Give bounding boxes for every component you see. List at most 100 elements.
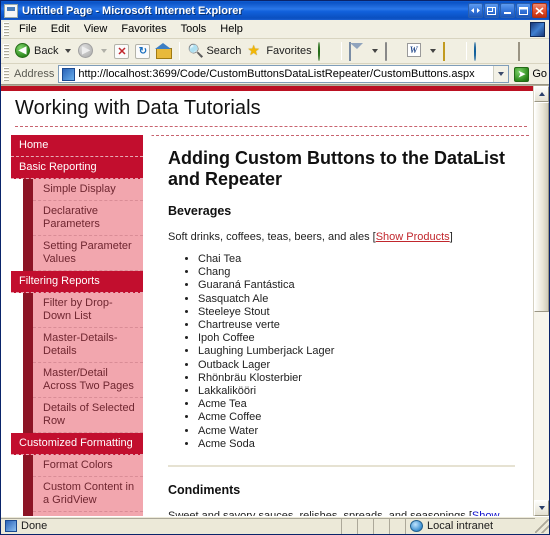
menu-bar: File Edit View Favorites Tools Help [1, 20, 549, 39]
menu-file[interactable]: File [12, 21, 44, 37]
search-button[interactable]: 🔍 Search [184, 40, 244, 62]
print-button[interactable] [382, 40, 404, 62]
forward-dropdown-icon[interactable] [101, 49, 107, 53]
toolbar-separator [179, 42, 180, 60]
browser-window: Untitled Page - Microsoft Internet Explo… [0, 0, 550, 535]
toolbar-separator-3 [466, 42, 467, 60]
menu-help[interactable]: Help [213, 21, 250, 37]
sidebar-item-format-colors[interactable]: Format Colors [33, 455, 143, 477]
category-description-condiments: Sweet and savory sauces, relishes, sprea… [168, 509, 515, 516]
tool-bar: ◀ Back ▶ ✕ ↻ 🔍 Search ★ Favorites [1, 39, 549, 64]
edit-with-word-icon: W [407, 43, 423, 59]
section-divider [168, 465, 515, 467]
address-url-text: http://localhost:3699/Code/CustomButtons… [78, 68, 493, 80]
grid-icon [540, 43, 550, 59]
show-products-link-beverages[interactable]: Show Products [376, 231, 450, 243]
sidebar-item-master-detail-across-two-pages[interactable]: Master/Detail Across Two Pages [33, 363, 143, 398]
history-icon [318, 43, 334, 59]
refresh-button[interactable]: ↻ [132, 40, 153, 62]
category-title-beverages: Beverages [168, 204, 515, 218]
menu-edit[interactable]: Edit [44, 21, 77, 37]
research-icon [518, 43, 534, 59]
scrollbar-track[interactable] [534, 102, 549, 500]
go-label: Go [532, 68, 547, 80]
sidebar-item-master-details-details[interactable]: Master-Details-Details [33, 328, 143, 363]
status-bar: Done Local intranet [1, 516, 549, 534]
security-zone-pane[interactable]: Local intranet [405, 518, 535, 534]
scroll-up-button[interactable] [534, 86, 549, 102]
list-item: Acme Tea [198, 398, 515, 411]
zone-text: Local intranet [427, 520, 493, 532]
list-item: Steeleye Stout [198, 306, 515, 319]
sidebar-item-details-of-selected-row[interactable]: Details of Selected Row [33, 398, 143, 433]
scroll-down-button[interactable] [534, 500, 549, 516]
edit-word-button[interactable]: W [404, 40, 426, 62]
sidebar-item-customized-formatting[interactable]: Customized Formatting [11, 433, 143, 455]
chevron-down-icon [539, 506, 545, 510]
resize-grip[interactable] [535, 519, 549, 533]
minimize-button[interactable] [500, 3, 515, 18]
list-item: Acme Soda [198, 438, 515, 451]
app-icon [4, 4, 18, 18]
history-button[interactable] [315, 40, 337, 62]
sidebar-item-basic-reporting[interactable]: Basic Reporting [11, 157, 143, 179]
favorites-label: Favorites [266, 45, 311, 57]
category-description-text: Sweet and savory sauces, relishes, sprea… [168, 510, 466, 516]
split-button[interactable] [484, 3, 499, 18]
maximize-button[interactable] [516, 3, 531, 18]
list-item: Rhönbräu Klosterbier [198, 372, 515, 385]
menu-tools[interactable]: Tools [174, 21, 214, 37]
close-button[interactable] [532, 3, 547, 18]
ie-logo-icon [530, 22, 545, 37]
back-dropdown-icon[interactable] [65, 49, 71, 53]
status-pane-4 [389, 518, 405, 534]
back-arrow-icon: ◀ [15, 43, 31, 59]
menu-grip[interactable] [3, 22, 9, 36]
status-text: Done [21, 520, 47, 532]
home-button[interactable] [153, 40, 175, 62]
window-controls [468, 3, 547, 18]
web-page: Working with Data Tutorials Home Basic R… [1, 86, 533, 516]
grid-button[interactable] [537, 40, 550, 62]
list-item: Ipoh Coffee [198, 332, 515, 345]
back-button[interactable]: ◀ Back [12, 40, 61, 62]
real-button[interactable] [493, 40, 515, 62]
sidebar-item-simple-display[interactable]: Simple Display [33, 179, 143, 201]
address-label: Address [14, 68, 54, 80]
address-input[interactable]: http://localhost:3699/Code/CustomButtons… [58, 65, 509, 83]
zone-icon [410, 520, 423, 532]
sidebar-item-declarative-parameters[interactable]: Declarative Parameters [33, 201, 143, 236]
notes-button[interactable] [440, 40, 462, 62]
sidebar-item-custom-content-detailsview[interactable]: Custom Content in a DetailsView [33, 512, 143, 516]
msn-icon [474, 43, 490, 59]
page-favicon-icon [62, 68, 75, 81]
sidebar-item-custom-content-gridview[interactable]: Custom Content in a GridView [33, 477, 143, 512]
edit-dropdown-icon[interactable] [430, 49, 436, 53]
sidebar-item-setting-parameter-values[interactable]: Setting Parameter Values [33, 236, 143, 271]
mail-dropdown-icon[interactable] [372, 49, 378, 53]
stop-button[interactable]: ✕ [111, 40, 132, 62]
product-list-beverages: Chai Tea Chang Guaraná Fantástica Sasqua… [168, 253, 515, 451]
address-grip[interactable] [3, 67, 9, 81]
address-dropdown-button[interactable] [493, 66, 508, 82]
mail-button[interactable] [346, 40, 368, 62]
msn-button[interactable] [471, 40, 493, 62]
sidebar-nav: Home Basic Reporting Simple Display Decl… [1, 135, 151, 516]
vertical-scrollbar[interactable] [533, 86, 549, 516]
sidebar-item-filtering-reports[interactable]: Filtering Reports [11, 271, 143, 293]
go-button[interactable]: ➤ Go [514, 67, 547, 82]
research-button[interactable] [515, 40, 537, 62]
restore-group-button[interactable] [468, 3, 483, 18]
chevron-up-icon [539, 92, 545, 96]
sidebar-item-filter-by-drop-down-list[interactable]: Filter by Drop-Down List [33, 293, 143, 328]
list-item: Chang [198, 266, 515, 279]
main-content: Adding Custom Buttons to the DataList an… [151, 135, 529, 516]
sidebar-item-home[interactable]: Home [11, 135, 143, 157]
favorites-button[interactable]: ★ Favorites [244, 40, 314, 62]
toolbar-grip[interactable] [3, 44, 9, 58]
scrollbar-thumb[interactable] [534, 102, 549, 312]
forward-button[interactable]: ▶ [75, 40, 97, 62]
menu-favorites[interactable]: Favorites [114, 21, 173, 37]
menu-view[interactable]: View [77, 21, 115, 37]
toolbar-separator-2 [341, 42, 342, 60]
